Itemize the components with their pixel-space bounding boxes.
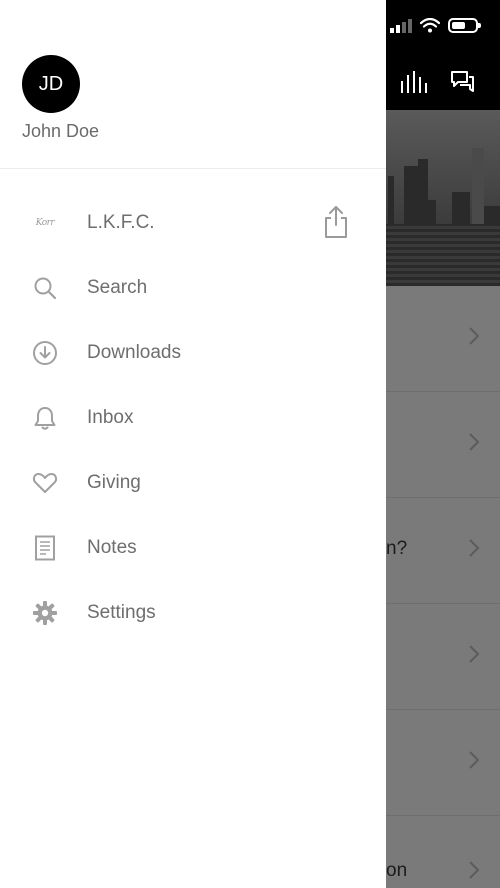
wifi-icon [420, 18, 440, 33]
menu-item-downloads[interactable]: Downloads [0, 327, 386, 379]
menu-item-inbox[interactable]: Inbox [0, 392, 386, 444]
download-icon [30, 338, 60, 368]
menu-item-giving[interactable]: Giving [0, 457, 386, 509]
menu-item-search[interactable]: Search [0, 262, 386, 314]
chevron-right-icon [469, 433, 480, 451]
chevron-right-icon [469, 645, 480, 663]
bell-icon [30, 403, 60, 433]
menu-item-label: Settings [87, 602, 156, 623]
menu-item-settings[interactable]: Settings [0, 587, 386, 639]
cellular-signal-icon [390, 18, 412, 33]
chevron-right-icon [469, 751, 480, 769]
brand-logo-text: Korr [35, 218, 55, 228]
audio-levels-icon[interactable] [400, 71, 428, 93]
search-icon [30, 273, 60, 303]
menu-item-label: Downloads [87, 342, 181, 363]
list-item-text: n? [386, 538, 408, 559]
profile-header[interactable]: JD John Doe [0, 0, 386, 169]
menu-item-label: Notes [87, 537, 137, 558]
chevron-right-icon [469, 539, 480, 557]
gear-icon [30, 598, 60, 628]
navigation-drawer: JD John Doe Korr L.K.F.C. Search Downloa… [0, 0, 386, 888]
menu-item-label: Giving [87, 472, 141, 493]
avatar-initials: JD [38, 72, 64, 95]
menu-item-label: Search [87, 277, 148, 298]
menu-item-label: L.K.F.C. [87, 212, 155, 233]
chevron-right-icon [469, 861, 480, 879]
status-bar [390, 18, 481, 33]
heart-icon [30, 468, 60, 498]
menu-item-label: Inbox [87, 407, 134, 428]
notes-icon [30, 533, 60, 563]
menu-item-notes[interactable]: Notes [0, 522, 386, 574]
church-logo-icon: Korr [30, 208, 60, 238]
user-name: John Doe [22, 121, 100, 141]
avatar[interactable]: JD [22, 55, 80, 113]
share-icon[interactable] [322, 205, 350, 239]
list-item-text: on [386, 860, 408, 881]
chevron-right-icon [469, 327, 480, 345]
chat-icon[interactable] [450, 70, 476, 94]
battery-icon [448, 18, 481, 33]
